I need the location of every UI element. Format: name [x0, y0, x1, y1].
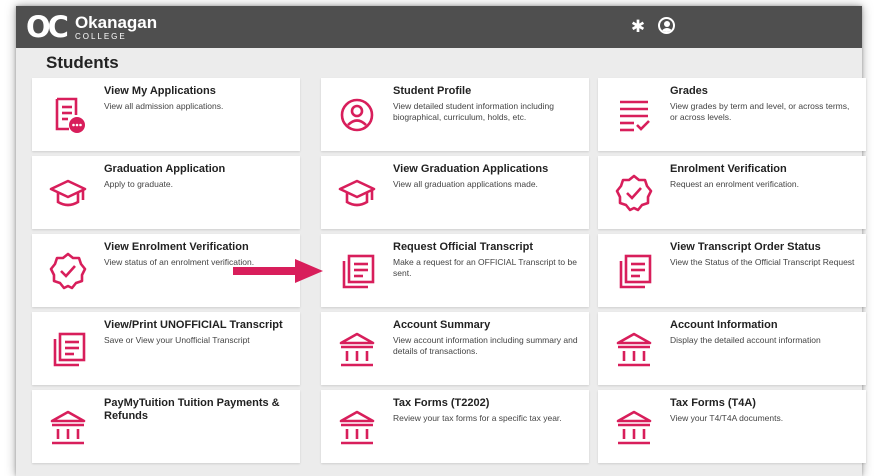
tile-description: View your T4/T4A documents.: [670, 413, 784, 423]
tile-description: Save or View your Unofficial Transcript: [104, 335, 250, 345]
tile-title: Grades: [670, 85, 708, 97]
tile-title: Graduation Application: [104, 163, 226, 175]
top-navigation-bar: OC Okanagan COLLEGE ✱: [16, 6, 862, 48]
verified-badge-icon: [614, 173, 654, 213]
tile-title: Enrolment Verification: [670, 163, 787, 175]
tile-description: Display the detailed account information: [670, 335, 821, 345]
tile-description: View grades by term and level, or across…: [670, 101, 850, 122]
tile-description: Apply to graduate.: [104, 179, 173, 189]
app-window: OC Okanagan COLLEGE ✱ Students View My A…: [16, 6, 866, 476]
user-profile-icon: [337, 95, 377, 135]
user-account-icon[interactable]: [658, 17, 675, 34]
tile-title: Tax Forms (T4A): [670, 397, 756, 409]
tile-title: View Graduation Applications: [393, 163, 549, 175]
graduation-cap-icon: [337, 173, 377, 213]
tile-title: Tax Forms (T2202): [393, 397, 490, 409]
transcript-icon: [614, 251, 654, 291]
okanagan-college-logo[interactable]: OC Okanagan COLLEGE: [26, 12, 157, 42]
tile-title: PayMyTuition Tuition Payments & Refunds: [104, 397, 280, 422]
tile-tax-forms-t2202[interactable]: Tax Forms (T2202) Review your tax forms f…: [321, 390, 589, 463]
tile-description: Make a request for an OFFICIAL Transcrip…: [393, 257, 577, 278]
logo-mark: OC: [26, 10, 69, 44]
tile-account-summary[interactable]: Account Summary View account information …: [321, 312, 589, 385]
tile-description: View all admission applications.: [104, 101, 224, 111]
bank-icon: [614, 329, 654, 369]
transcript-icon: [337, 251, 377, 291]
logo-name: Okanagan: [74, 12, 158, 32]
tile-description: Review your tax forms for a specific tax…: [393, 413, 562, 423]
tile-student-profile[interactable]: Student Profile View detailed student inf…: [321, 78, 589, 151]
tile-account-information[interactable]: Account Information Display the detailed …: [598, 312, 866, 385]
tile-title: View Transcript Order Status: [670, 241, 821, 253]
tile-request-official-transcript[interactable]: Request Official Transcript Make a reques…: [321, 234, 589, 307]
grades-list-icon: [614, 95, 654, 135]
tile-title: Account Information: [670, 319, 778, 331]
tile-description: View detailed student information includ…: [393, 101, 554, 122]
tile-grades[interactable]: Grades View grades by term and level, or …: [598, 78, 866, 151]
application-list-icon: [48, 95, 88, 135]
pointer-arrow-icon: [233, 259, 323, 283]
tile-title: View Enrolment Verification: [104, 241, 249, 253]
bank-icon: [614, 407, 654, 447]
bank-icon: [337, 407, 377, 447]
tile-view-my-applications[interactable]: View My Applications View all admission a…: [32, 78, 300, 151]
logo-subtitle: COLLEGE: [74, 31, 127, 41]
tile-description: View account information including summa…: [393, 335, 578, 356]
tile-title: Student Profile: [393, 85, 472, 97]
bank-icon: [337, 329, 377, 369]
tile-title: View My Applications: [104, 85, 216, 97]
tile-view-transcript-order-status[interactable]: View Transcript Order Status View the Sta…: [598, 234, 866, 307]
transcript-icon: [48, 329, 88, 369]
verified-badge-icon: [48, 251, 88, 291]
tile-title: Request Official Transcript: [393, 241, 533, 253]
tile-enrolment-verification[interactable]: Enrolment Verification Request an enrolme…: [598, 156, 866, 229]
tile-graduation-application[interactable]: Graduation Application Apply to graduate.: [32, 156, 300, 229]
tile-paymytuition-tuition-payments-refunds[interactable]: PayMyTuition Tuition Payments & Refunds: [32, 390, 300, 463]
tile-title: View/Print UNOFFICIAL Transcript: [104, 319, 283, 331]
tile-tax-forms-t4a[interactable]: Tax Forms (T4A) View your T4/T4A document…: [598, 390, 866, 463]
tile-title: Account Summary: [393, 319, 491, 331]
tile-view-print-unofficial-transcript[interactable]: View/Print UNOFFICIAL Transcript Save or …: [32, 312, 300, 385]
tile-view-graduation-applications[interactable]: View Graduation Applications View all gra…: [321, 156, 589, 229]
tile-description: View all graduation applications made.: [393, 179, 538, 189]
bank-icon: [48, 407, 88, 447]
gear-icon[interactable]: ✱: [627, 16, 649, 38]
graduation-cap-icon: [48, 173, 88, 213]
page-title: Students: [46, 53, 119, 72]
tile-description: Request an enrolment verification.: [670, 179, 799, 189]
tile-description: View the Status of the Official Transcri…: [670, 257, 855, 267]
